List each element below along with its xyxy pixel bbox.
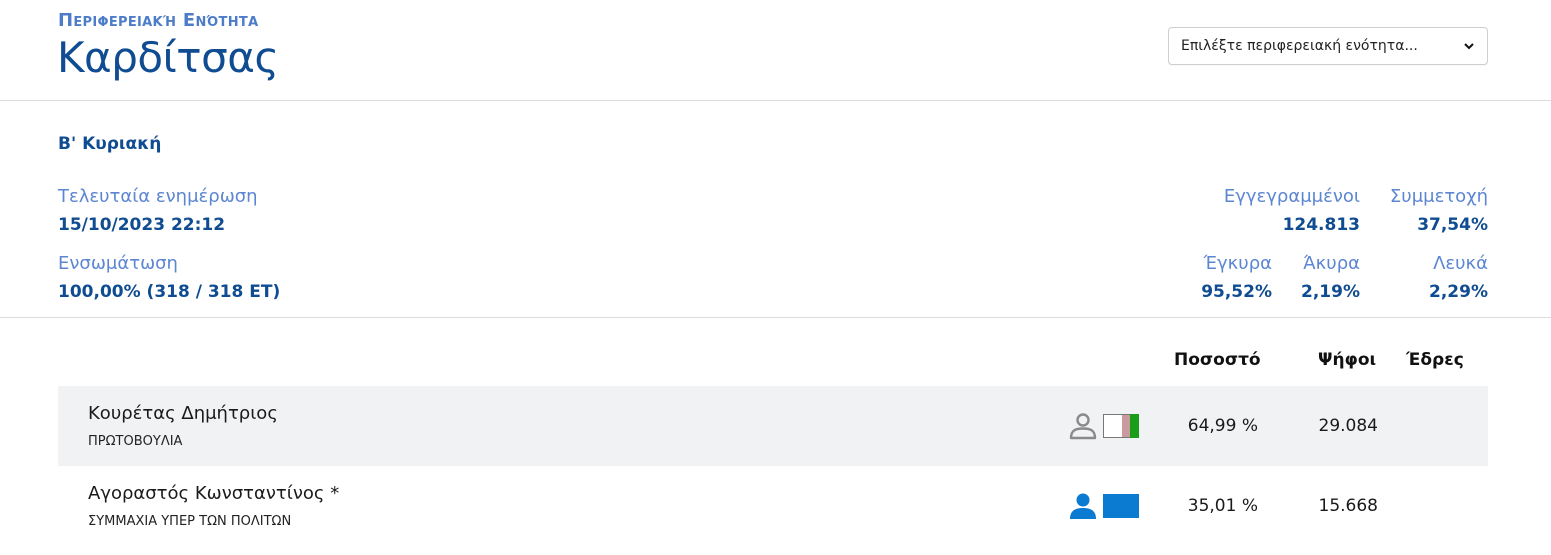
- region-select-dropdown[interactable]: Επιλέξτε περιφερειακή ενότητα...: [1168, 27, 1488, 65]
- valid-label: Έγκυρα: [1203, 253, 1272, 274]
- votes-column-header: Ψήφοι: [1318, 350, 1377, 370]
- blank-label: Λευκά: [1433, 253, 1488, 274]
- person-outline-icon: [1069, 413, 1097, 440]
- invalid-value: 2,19%: [1301, 282, 1360, 302]
- round-label: Β' Κυριακή: [58, 134, 162, 154]
- registered-label: Εγγεγραμμένοι: [1223, 186, 1360, 207]
- invalid-label: Άκυρα: [1303, 253, 1360, 274]
- registered-value: 124.813: [1282, 215, 1360, 235]
- seats-column-header: Έδρες: [1406, 350, 1464, 370]
- person-filled-icon: [1070, 493, 1096, 519]
- turnout-label: Συμμετοχή: [1389, 186, 1488, 207]
- candidate-votes: 29.084: [1318, 416, 1378, 436]
- candidate-name: Κουρέτας Δημήτριος: [88, 403, 278, 424]
- last-update-value: 15/10/2023 22:12: [58, 215, 226, 235]
- candidate-party: ΠΡΩΤΟΒΟΥΛΙΑ: [88, 434, 183, 449]
- chevron-down-icon: [1464, 43, 1474, 50]
- candidate-votes: 15.668: [1318, 496, 1378, 516]
- valid-value: 95,52%: [1201, 282, 1272, 302]
- table-row[interactable]: Αγοραστός Κωνσταντίνος * ΣΥΜΜΑΧΙΑ ΥΠΕΡ Τ…: [58, 466, 1488, 546]
- party-color-flag: [1103, 414, 1139, 438]
- last-update-label: Τελευταία ενημέρωση: [58, 186, 258, 207]
- region-type-label: Περιφερειακή Ενότητα: [58, 10, 259, 31]
- integration-label: Ενσωμάτωση: [58, 253, 178, 274]
- results-summary: Β' Κυριακή Τελευταία ενημέρωση 15/10/202…: [0, 101, 1551, 318]
- turnout-value: 37,54%: [1417, 215, 1488, 235]
- party-color-flag: [1103, 494, 1139, 518]
- candidate-party: ΣΥΜΜΑΧΙΑ ΥΠΕΡ ΤΩΝ ΠΟΛΙΤΩΝ: [88, 514, 292, 529]
- region-select-value: Επιλέξτε περιφερειακή ενότητα...: [1181, 38, 1418, 54]
- candidate-name: Αγοραστός Κωνσταντίνος *: [88, 483, 340, 504]
- page-header: Περιφερειακή Ενότητα Καρδίτσας Επιλέξτε …: [0, 0, 1551, 101]
- integration-value: 100,00% (318 / 318 ΕΤ): [58, 282, 281, 302]
- page-title: Καρδίτσας: [57, 33, 279, 82]
- percent-column-header: Ποσοστό: [1174, 350, 1261, 370]
- table-row[interactable]: Κουρέτας Δημήτριος ΠΡΩΤΟΒΟΥΛΙΑ 64,99 % 2…: [58, 386, 1488, 466]
- blank-value: 2,29%: [1429, 282, 1488, 302]
- candidate-percent: 35,01 %: [1187, 496, 1258, 516]
- candidate-percent: 64,99 %: [1187, 416, 1258, 436]
